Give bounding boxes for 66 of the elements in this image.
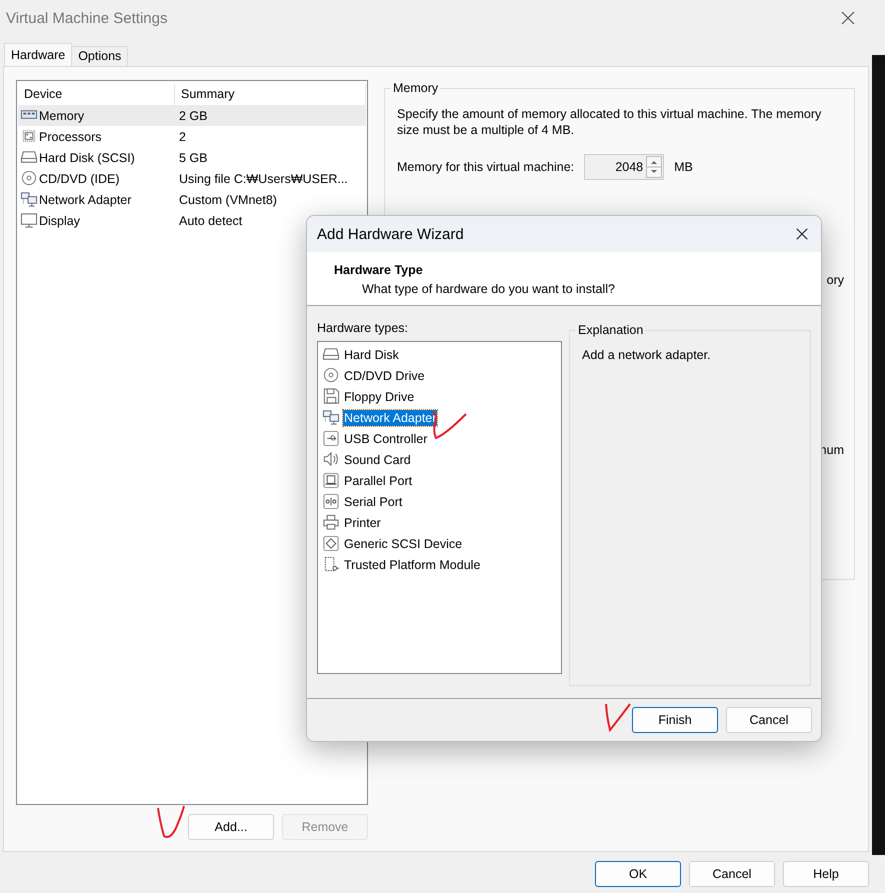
dialog-button[interactable]: OK bbox=[595, 861, 681, 887]
list-item[interactable]: Serial Port bbox=[343, 494, 404, 510]
list-item[interactable]: Parallel Port bbox=[343, 472, 414, 488]
device-name: Processors bbox=[39, 130, 102, 144]
list-item[interactable]: Floppy Drive bbox=[343, 388, 416, 404]
list-item[interactable]: Trusted Platform Module bbox=[343, 556, 482, 572]
device-row[interactable]: Memory 2 GB bbox=[18, 105, 366, 126]
dialog-button[interactable]: Cancel bbox=[726, 707, 812, 733]
wizard-subheading: What type of hardware do you want to install? bbox=[362, 282, 616, 296]
memory-input[interactable]: 2048 bbox=[584, 154, 664, 180]
field-label: Memory for this virtual machine: bbox=[397, 160, 574, 174]
floppy-icon bbox=[322, 388, 340, 405]
device-summary: Using file C:₩Users₩USER... bbox=[179, 172, 348, 186]
list-item[interactable]: Generic SCSI Device bbox=[343, 536, 464, 552]
dialog-button[interactable]: Cancel bbox=[689, 861, 775, 887]
device-name: Memory bbox=[39, 108, 84, 122]
usb-icon bbox=[322, 430, 340, 447]
group-title: Memory bbox=[391, 81, 440, 95]
device-summary: Custom (VMnet8) bbox=[179, 192, 277, 206]
list-item[interactable]: Printer bbox=[343, 514, 382, 530]
window-title: Virtual Machine Settings bbox=[6, 10, 168, 26]
list-item[interactable]: Sound Card bbox=[343, 452, 412, 468]
device-name: Hard Disk (SCSI) bbox=[39, 150, 135, 164]
device-summary: 2 GB bbox=[179, 108, 208, 122]
device-summary: Auto detect bbox=[179, 214, 242, 228]
tab[interactable]: Hardware bbox=[4, 43, 72, 66]
device-summary: 2 bbox=[179, 130, 186, 144]
monitor-icon bbox=[20, 212, 38, 229]
dialog-button[interactable]: Help bbox=[783, 861, 869, 887]
close-icon[interactable] bbox=[795, 227, 809, 241]
close-icon[interactable] bbox=[840, 10, 856, 26]
memory-description: Specify the amount of memory allocated to this virtual machine. The memory size must be a multiple of 4 MB. bbox=[397, 106, 822, 138]
list-item[interactable]: Hard Disk bbox=[343, 346, 400, 362]
device-summary: 5 GB bbox=[179, 150, 208, 164]
network-icon bbox=[20, 191, 38, 208]
dialog-button[interactable]: Finish bbox=[632, 707, 718, 733]
partial-text: ory bbox=[826, 273, 844, 287]
group-title: Explanation bbox=[576, 323, 646, 337]
device-name: Display bbox=[39, 214, 80, 228]
device-row[interactable]: Network Adapter Custom (VMnet8) bbox=[18, 189, 366, 210]
tab[interactable]: Options bbox=[71, 46, 128, 66]
speaker-icon bbox=[322, 451, 340, 468]
unit-label: MB bbox=[674, 160, 693, 174]
disc-icon bbox=[322, 367, 340, 384]
printer-icon bbox=[322, 514, 340, 531]
wizard-heading: Hardware Type bbox=[334, 263, 423, 277]
port-icon bbox=[322, 472, 340, 489]
list-button[interactable]: Add... bbox=[188, 814, 274, 840]
spin-arrows-icon[interactable] bbox=[646, 156, 662, 178]
list-item[interactable]: USB Controller bbox=[343, 430, 428, 446]
list-item[interactable]: CD/DVD Drive bbox=[343, 368, 426, 384]
network-icon bbox=[322, 409, 340, 426]
list-label: Hardware types: bbox=[317, 321, 410, 335]
device-row[interactable]: CD/DVD (IDE) Using file C:₩Users₩USER... bbox=[18, 168, 366, 189]
list-item[interactable]: Network Adapter bbox=[343, 410, 438, 426]
device-name: CD/DVD (IDE) bbox=[39, 172, 120, 186]
check-mark bbox=[157, 806, 185, 838]
plug-icon bbox=[322, 493, 340, 510]
disc-icon bbox=[20, 170, 38, 187]
device-name: Network Adapter bbox=[39, 192, 132, 206]
device-row[interactable]: Processors 2 bbox=[18, 126, 366, 147]
explanation-text: Add a network adapter. bbox=[582, 348, 711, 362]
dialog-title: Add Hardware Wizard bbox=[317, 226, 464, 242]
module-icon bbox=[322, 556, 340, 573]
check-mark bbox=[605, 703, 631, 731]
device-row[interactable]: Hard Disk (SCSI) 5 GB bbox=[18, 147, 366, 168]
